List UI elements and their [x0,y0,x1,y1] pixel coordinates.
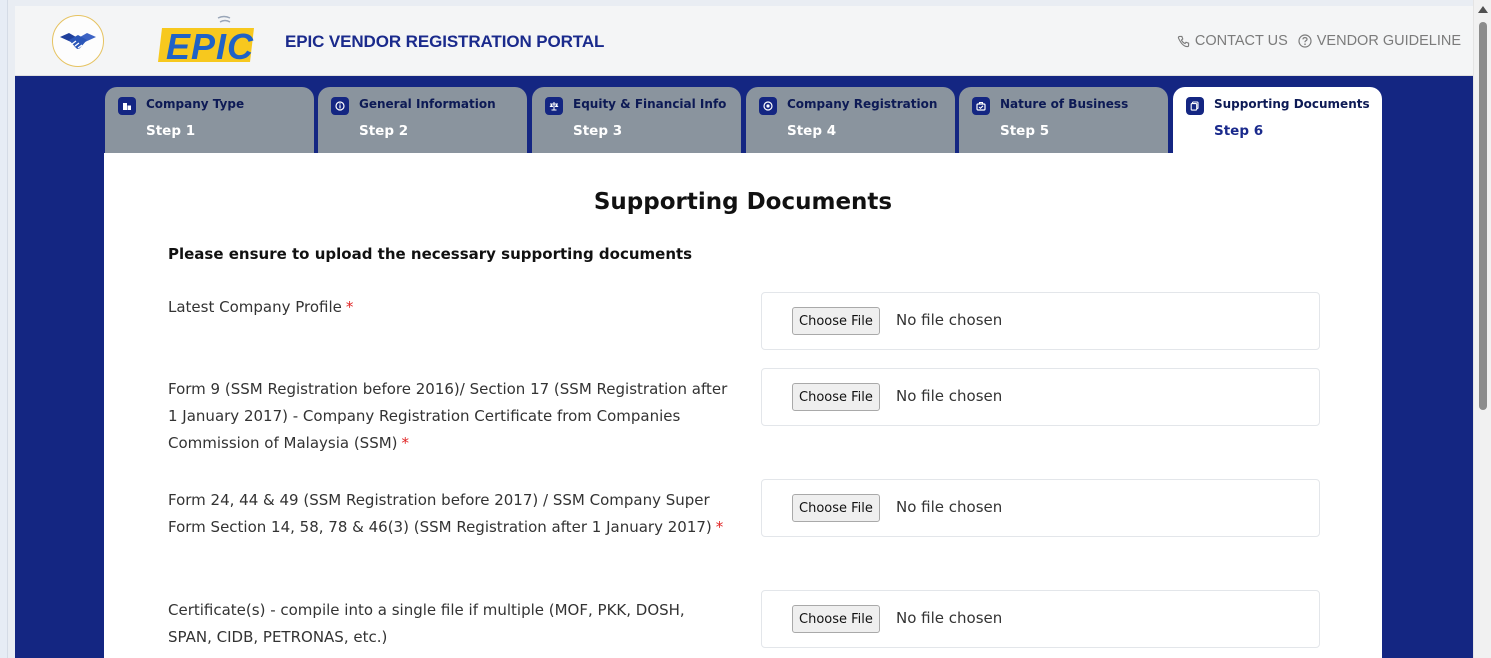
epic-logo[interactable]: EPIC [158,14,256,67]
file-upload-form-24: Choose File No file chosen [761,479,1320,537]
choose-file-button[interactable]: Choose File [792,383,880,411]
info-icon [331,97,349,115]
doc-label-form-24: Form 24, 44 & 49 (SSM Registration befor… [168,487,728,541]
file-upload-company-profile: Choose File No file chosen [761,292,1320,350]
file-upload-certificates: Choose File No file chosen [761,590,1320,648]
tab-name: Company Type [146,97,245,111]
handshake-logo-icon[interactable] [52,15,104,67]
tab-nature-of-business[interactable]: Nature of Business Step 5 [959,87,1168,154]
choose-file-button[interactable]: Choose File [792,605,880,633]
scale-icon [545,97,563,115]
doc-label-text: Latest Company Profile [168,298,342,316]
tab-supporting-documents[interactable]: Supporting Documents Step 6 [1173,87,1382,154]
help-circle-icon [1298,34,1312,48]
required-mark: * [715,518,724,536]
no-file-status: No file chosen [896,498,1003,516]
document-icon [1186,97,1204,115]
scrollbar-thumb[interactable] [1479,22,1487,410]
doc-label-certificates: Certificate(s) - compile into a single f… [168,597,728,651]
tab-name: Supporting Documents [1214,97,1370,111]
page-title: Supporting Documents [593,189,893,215]
epic-logo-text: EPIC [166,26,254,64]
no-file-status: No file chosen [896,311,1003,329]
doc-label-form-9: Form 9 (SSM Registration before 2016)/ S… [168,376,728,457]
content-panel: Supporting Documents Please ensure to up… [104,153,1382,658]
tab-step: Step 6 [1214,123,1264,139]
top-header: EPIC EPIC VENDOR REGISTRATION PORTAL CON… [15,6,1473,76]
doc-label-text: Form 9 (SSM Registration before 2016)/ S… [168,380,728,452]
doc-label-company-profile: Latest Company Profile * [168,294,728,321]
tab-company-registration[interactable]: Company Registration Step 4 [746,87,955,154]
tab-step: Step 5 [1000,123,1050,139]
tab-name: Equity & Financial Info [573,97,727,111]
no-file-status: No file chosen [896,387,1003,405]
tab-step: Step 3 [573,123,623,139]
vendor-guideline-label: VENDOR GUIDELINE [1316,33,1461,49]
tab-general-information[interactable]: General Information Step 2 [318,87,527,154]
tab-step: Step 2 [359,123,409,139]
header-links: CONTACT US VENDOR GUIDELINE [1177,33,1461,49]
building-icon [118,97,136,115]
required-mark: * [401,434,410,452]
tab-equity-financial[interactable]: Equity & Financial Info Step 3 [532,87,741,154]
portal-frame: EPIC EPIC VENDOR REGISTRATION PORTAL CON… [15,6,1473,658]
doc-label-text: Certificate(s) - compile into a single f… [168,601,685,646]
page-scrollbar[interactable] [1473,0,1491,658]
tab-name: Company Registration [787,97,938,111]
contact-us-link[interactable]: CONTACT US [1177,33,1288,49]
tab-name: General Information [359,97,496,111]
vendor-guideline-link[interactable]: VENDOR GUIDELINE [1298,33,1461,49]
briefcase-icon [972,97,990,115]
file-upload-form-9: Choose File No file chosen [761,368,1320,426]
no-file-status: No file chosen [896,609,1003,627]
scroll-up-arrow-icon[interactable] [1478,6,1488,13]
phone-icon [1177,35,1190,48]
registration-icon [759,97,777,115]
contact-us-label: CONTACT US [1194,33,1288,49]
tab-step: Step 1 [146,123,196,139]
portal-title: EPIC VENDOR REGISTRATION PORTAL [285,32,605,51]
tab-name: Nature of Business [1000,97,1129,111]
tab-step: Step 4 [787,123,837,139]
required-mark: * [345,298,354,316]
doc-label-text: Form 24, 44 & 49 (SSM Registration befor… [168,491,712,536]
choose-file-button[interactable]: Choose File [792,307,880,335]
left-edge-strip [0,0,8,658]
choose-file-button[interactable]: Choose File [792,494,880,522]
page-subtitle: Please ensure to upload the necessary su… [168,245,693,263]
tab-company-type[interactable]: Company Type Step 1 [105,87,314,154]
